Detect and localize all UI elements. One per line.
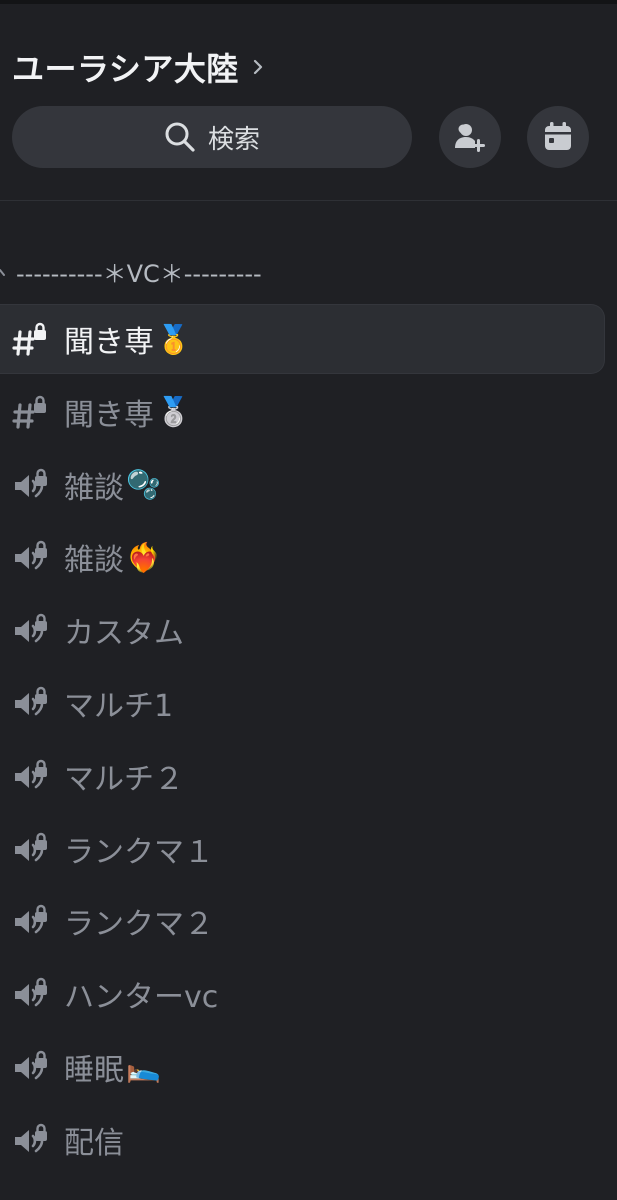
channel-row[interactable]: ランクマ２ <box>0 886 605 956</box>
channel-name: マルチ1 <box>64 689 174 724</box>
locked-text-channel-icon <box>12 395 48 429</box>
channel-name: マルチ２ <box>64 761 184 797</box>
channel-name: 睡眠 <box>64 1053 124 1088</box>
search-button[interactable]: 検索 <box>12 106 412 168</box>
channel-row[interactable]: 雑談 🫧 <box>0 450 605 520</box>
channel-row[interactable]: マルチ２ <box>0 741 605 811</box>
invite-members-button[interactable] <box>439 106 501 168</box>
locked-voice-channel-icon <box>13 686 49 717</box>
channel-emoji: ❤️‍🔥 <box>126 540 161 574</box>
header-divider <box>0 200 617 201</box>
server-header: ユーラシア大陸 検索 <box>0 4 617 200</box>
add-user-icon <box>455 124 485 152</box>
locked-voice-channel-icon <box>13 832 49 862</box>
channel-row[interactable]: 配信 <box>0 1105 605 1175</box>
channel-name: 聞き専 <box>64 325 154 360</box>
calendar-icon <box>545 122 571 150</box>
channel-row[interactable]: ハンターvc <box>0 959 605 1029</box>
locked-text-channel-icon <box>12 322 48 356</box>
channel-name: 配信 <box>64 1125 124 1161</box>
chevron-down-icon <box>0 268 5 276</box>
category-label: ----------＊VC＊--------- <box>16 260 262 288</box>
channel-name: 聞き専 <box>64 397 154 433</box>
locked-voice-channel-icon <box>13 905 49 935</box>
locked-voice-channel-icon <box>13 1123 49 1154</box>
server-name-button[interactable]: ユーラシア大陸 <box>12 44 267 90</box>
server-name: ユーラシア大陸 <box>12 50 239 88</box>
search-icon <box>165 122 195 152</box>
channel-name: 雑談 <box>64 470 124 506</box>
channel-emoji: 🥈 <box>156 395 191 429</box>
locked-voice-channel-icon <box>13 759 49 790</box>
channel-row[interactable]: マルチ1 <box>0 668 605 738</box>
channel-emoji: 🥇 <box>156 322 191 356</box>
locked-voice-channel-icon <box>13 1050 49 1081</box>
channel-name: ランクマ２ <box>64 907 214 943</box>
channel-emoji: 🛌 <box>126 1050 161 1084</box>
locked-voice-channel-icon <box>13 977 49 1008</box>
search-label: 検索 <box>207 124 260 155</box>
channel-row[interactable]: 雑談 ❤️‍🔥 <box>0 522 605 592</box>
channel-name: ランクマ１ <box>64 834 214 870</box>
channel-row[interactable]: ランクマ１ <box>0 814 605 884</box>
channel-name: ハンターvc <box>64 980 219 1016</box>
channel-list-panel: ユーラシア大陸 検索 ----------＊VC＊--------- 聞き専 🥇… <box>0 0 617 1200</box>
locked-voice-channel-icon <box>13 468 49 498</box>
channel-name: カスタム <box>64 616 184 652</box>
events-button[interactable] <box>527 106 589 168</box>
channel-name: 雑談 <box>64 543 124 579</box>
locked-voice-channel-icon <box>13 613 49 644</box>
locked-voice-channel-icon <box>13 541 49 571</box>
channel-emoji: 🫧 <box>126 468 161 502</box>
channel-row[interactable]: 聞き専 🥈 <box>0 377 605 447</box>
channel-row[interactable]: 聞き専 🥇 <box>0 304 605 374</box>
category-header-vc[interactable]: ----------＊VC＊--------- <box>0 254 262 289</box>
chevron-right-icon <box>253 59 262 75</box>
channel-row[interactable]: カスタム <box>0 595 605 665</box>
channel-row[interactable]: 睡眠 🛌 <box>0 1032 605 1102</box>
